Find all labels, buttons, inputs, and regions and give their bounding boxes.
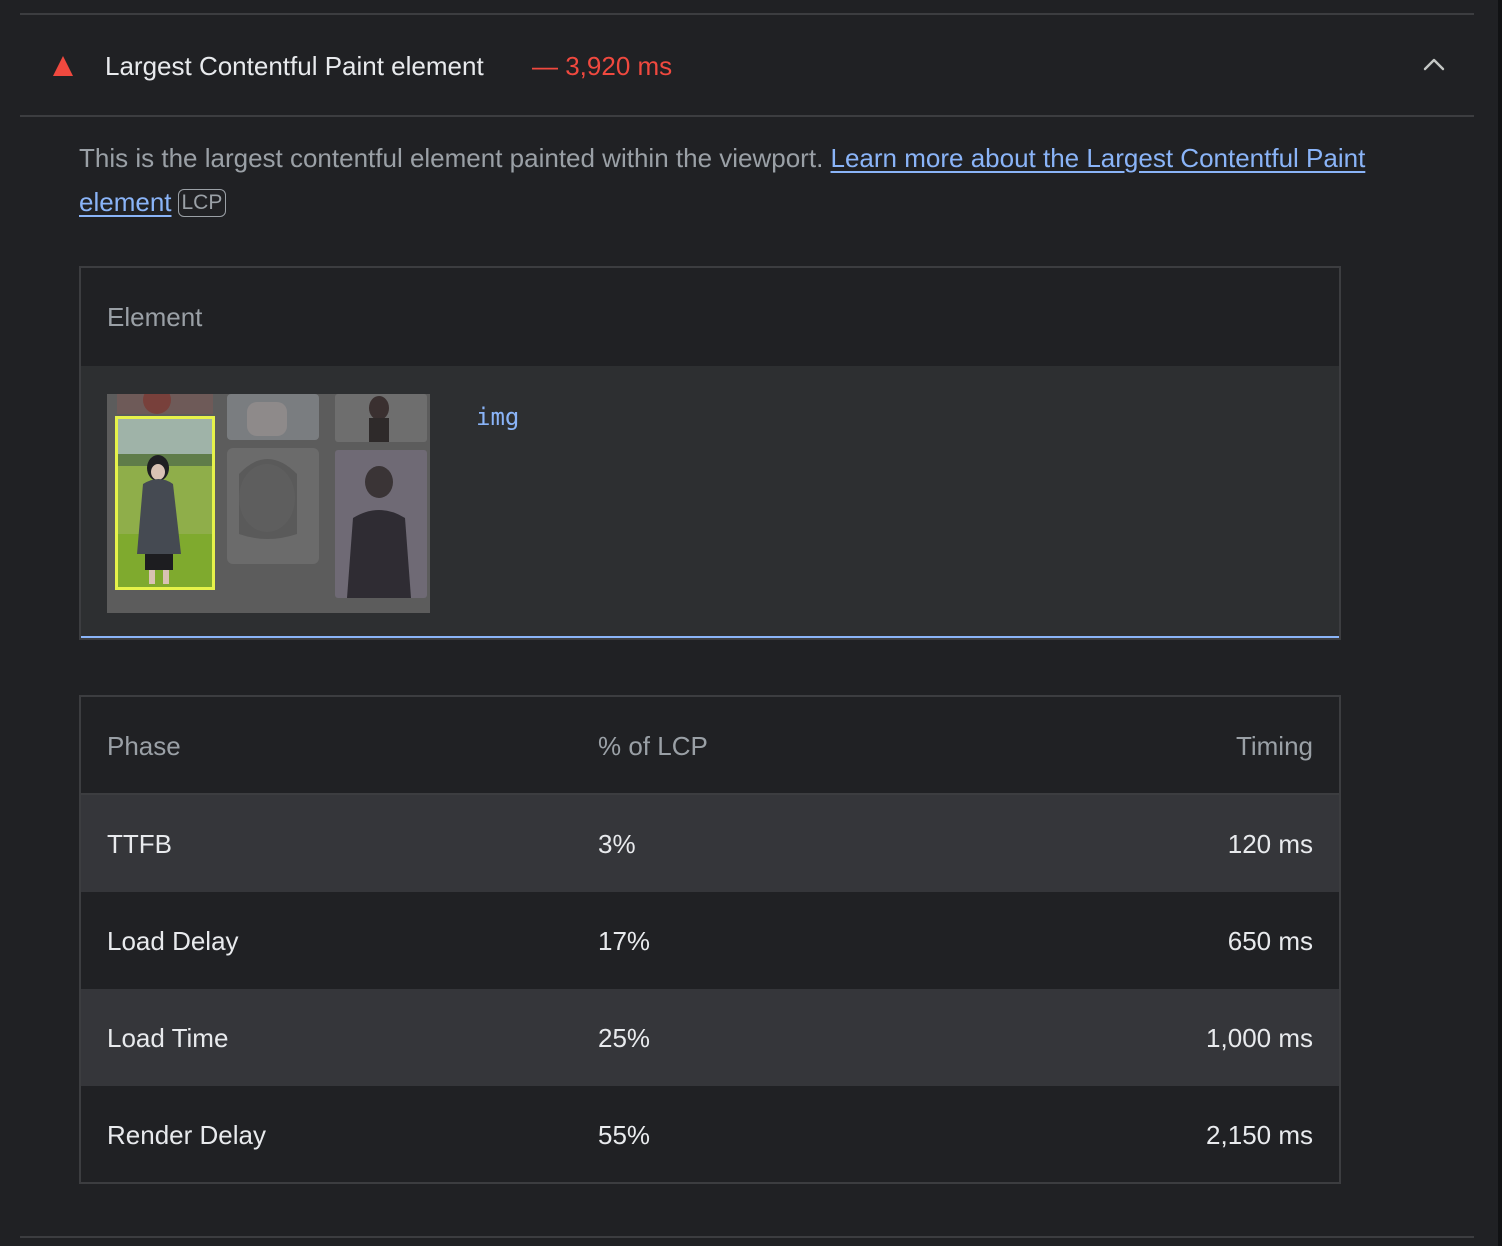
element-node-label[interactable]: img (476, 402, 519, 432)
element-screenshot-thumbnail[interactable] (107, 394, 430, 613)
audit-description: This is the largest contentful element p… (79, 136, 1419, 224)
chevron-up-icon[interactable] (1422, 53, 1446, 77)
table-row: Load Time 25% 1,000 ms (81, 989, 1339, 1086)
divider (20, 1236, 1474, 1238)
audit-title: Largest Contentful Paint element (105, 51, 484, 81)
phase-cell: Render Delay (107, 1120, 266, 1150)
table-row: Render Delay 55% 2,150 ms (81, 1086, 1339, 1183)
panel-edge (1498, 0, 1502, 1246)
phase-cell: Load Time (107, 1023, 229, 1053)
table-row: TTFB 3% 120 ms (81, 795, 1339, 892)
description-text: This is the largest contentful element p… (79, 143, 831, 173)
timing-cell: 1,000 ms (1206, 1023, 1313, 1053)
column-header-percent: % of LCP (598, 731, 708, 761)
phase-cell: TTFB (107, 829, 172, 859)
percent-cell: 55% (598, 1120, 651, 1150)
page-screenshot-image (107, 394, 430, 613)
percent-cell: 17% (598, 926, 651, 956)
phase-cell: Load Delay (107, 926, 239, 956)
audit-header[interactable]: Largest Contentful Paint element — 3,920… (20, 15, 1474, 117)
lcp-element-table: Element img (79, 266, 1341, 640)
audit-display-value: — 3,920 ms (532, 51, 673, 81)
timing-cell: 120 ms (1227, 829, 1313, 859)
table-row[interactable]: img (81, 366, 1339, 638)
column-header-phase: Phase (107, 731, 181, 761)
table-row: Load Delay 17% 650 ms (81, 892, 1339, 989)
column-header-element: Element (107, 302, 203, 332)
lcp-phase-table: Phase % of LCP Timing TTFB 3% 120 ms Loa… (79, 695, 1341, 1184)
column-header-timing: Timing (1235, 731, 1313, 761)
table-header: Element (81, 268, 1339, 368)
fail-triangle-icon (53, 56, 73, 76)
timing-cell: 2,150 ms (1206, 1120, 1313, 1150)
timing-cell: 650 ms (1227, 926, 1313, 956)
percent-cell: 25% (598, 1023, 651, 1053)
table-header: Phase % of LCP Timing (81, 697, 1339, 795)
percent-cell: 3% (598, 829, 636, 859)
lcp-badge: LCP (177, 189, 227, 217)
